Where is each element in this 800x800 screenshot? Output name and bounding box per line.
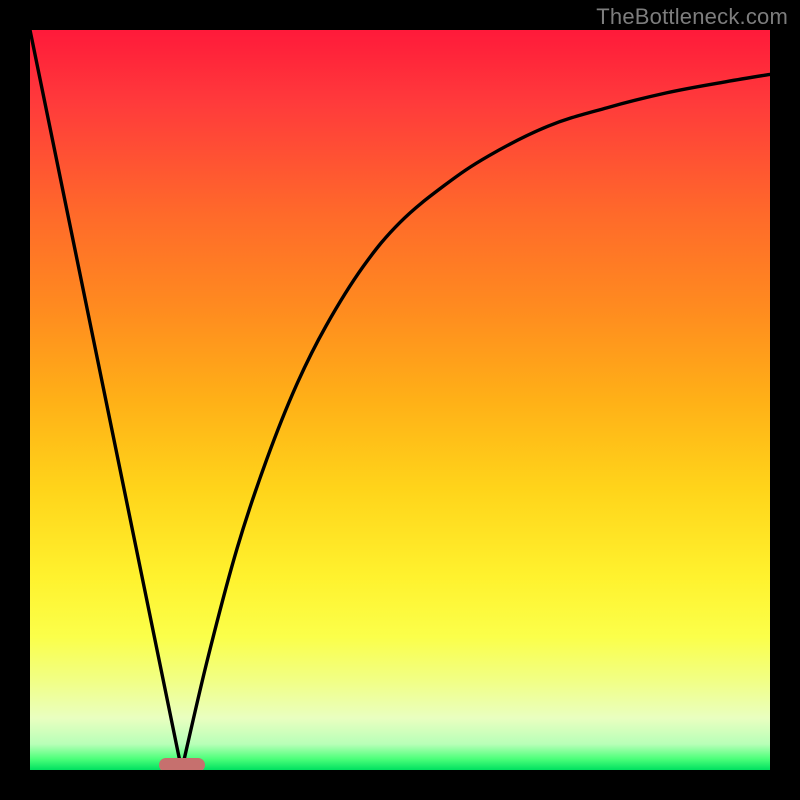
chart-frame: TheBottleneck.com bbox=[0, 0, 800, 800]
plot-area bbox=[30, 30, 770, 770]
watermark-label: TheBottleneck.com bbox=[596, 4, 788, 30]
bottleneck-curve bbox=[30, 30, 770, 770]
optimum-marker bbox=[159, 758, 205, 770]
